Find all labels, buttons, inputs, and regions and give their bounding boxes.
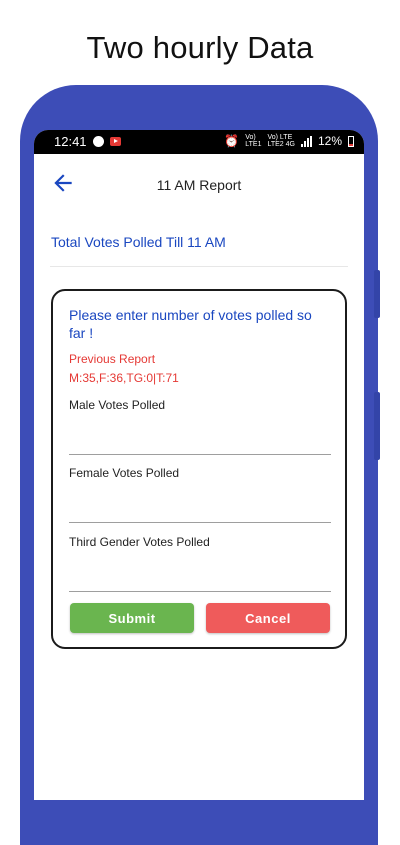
cancel-button[interactable]: Cancel	[206, 603, 330, 633]
divider	[50, 266, 348, 267]
previous-report-title: Previous Report	[69, 352, 156, 366]
female-votes-input[interactable]	[69, 498, 331, 523]
male-votes-label: Male Votes Polled	[69, 398, 166, 412]
alarm-icon: ⏰	[224, 134, 240, 148]
network-2-top: Vo) LTE	[267, 134, 293, 141]
previous-report-value: M:35,F:36,TG:0|T:71	[69, 371, 179, 385]
submit-button[interactable]: Submit	[70, 603, 194, 633]
male-votes-input[interactable]	[69, 430, 331, 455]
status-time: 12:41	[54, 134, 87, 149]
network-1-top: Vo)	[245, 134, 256, 141]
battery-percent: 12%	[317, 134, 342, 148]
third-gender-votes-label: Third Gender Votes Polled	[69, 535, 210, 549]
page-title: 11 AM Report	[156, 177, 242, 193]
female-votes-label: Female Votes Polled	[69, 466, 180, 480]
network-2-bottom: LTE2 4G	[267, 141, 295, 148]
youtube-notification-icon	[109, 137, 121, 146]
phone-side-button	[374, 270, 380, 318]
third-gender-votes-input[interactable]	[69, 567, 331, 592]
phone-screen: 12:41 ⏰ Vo) LTE1 Vo) LTE LTE2 4G 12% 11 …	[34, 130, 364, 800]
status-bar: 12:41 ⏰ Vo) LTE1 Vo) LTE LTE2 4G 12%	[34, 130, 364, 154]
form-heading: Please enter number of votes polled so f…	[69, 307, 312, 341]
app-bar: 11 AM Report	[34, 154, 364, 214]
total-votes-label: Total Votes Polled Till 11 AM	[51, 234, 226, 250]
battery-icon	[348, 135, 354, 147]
phone-volume-button	[374, 392, 380, 460]
votes-form-card: Please enter number of votes polled so f…	[51, 289, 347, 649]
notification-dot-icon	[92, 136, 104, 147]
signal-icon	[300, 135, 312, 147]
promo-title: Two hourly Data	[86, 30, 314, 65]
network-1-bottom: LTE1	[245, 141, 262, 148]
